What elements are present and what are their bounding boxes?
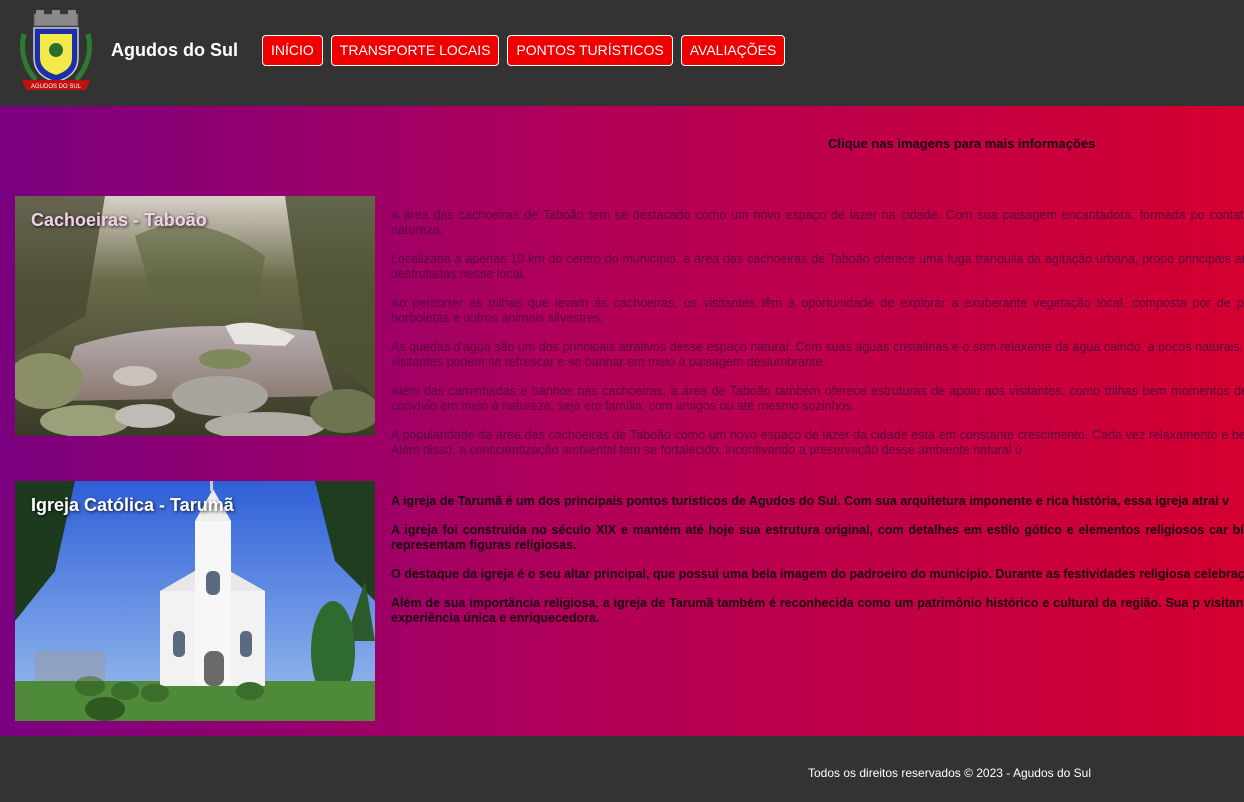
site-title: Agudos do Sul <box>111 40 238 60</box>
paragraph: Além das caminhadas e banhos nas cachoei… <box>391 384 1244 413</box>
nav-avaliacoes-button[interactable]: AVALIAÇÕES <box>680 35 786 66</box>
church-card-image[interactable]: Igreja Católica - Tarumã <box>15 481 375 721</box>
paragraph: Além de sua importância religiosa, a igr… <box>391 596 1244 625</box>
site-header: AGUDOS DO SUL Agudos do Sul INÍCIO TRANS… <box>0 0 1244 106</box>
paragraph: A área das cachoeiras de Taboão tem se d… <box>391 208 1244 237</box>
nav-pontos-turisticos-button[interactable]: PONTOS TURÍSTICOS <box>507 35 673 66</box>
click-hint-text: Clique nas imagens para mais informações <box>828 136 1096 151</box>
church-card-title: Igreja Católica - Tarumã <box>31 495 234 515</box>
waterfall-card-title: Cachoeiras - Taboão <box>31 210 207 230</box>
nav-inicio-button[interactable]: INÍCIO <box>262 35 323 66</box>
paragraph: A igreja de Tarumã é um dos principais p… <box>391 494 1229 508</box>
main-content: Clique nas imagens para mais informações <box>0 106 1244 736</box>
waterfall-card-image[interactable]: Cachoeiras - Taboão <box>15 196 375 436</box>
crest-ribbon-text: AGUDOS DO SUL <box>31 84 82 90</box>
municipal-crest-logo[interactable]: AGUDOS DO SUL <box>16 10 96 92</box>
main-nav: INÍCIO TRANSPORTE LOCAIS PONTOS TURÍSTIC… <box>262 35 786 66</box>
church-description: A igreja de Tarumã é um dos principais p… <box>391 494 1244 640</box>
paragraph: A igreja foi construída no século XIX e … <box>391 523 1244 552</box>
paragraph: Localizada a apenas 10 km do centro do m… <box>391 252 1244 281</box>
paragraph: A popularidade da área das cachoeiras de… <box>391 428 1244 457</box>
paragraph: As quedas d'água são um dos principais a… <box>391 340 1244 369</box>
paragraph: O destaque da igreja é o seu altar princ… <box>391 567 1244 581</box>
paragraph: Ao percorrer as trilhas que levam às cac… <box>391 296 1244 325</box>
site-footer: Todos os direitos reservados © 2023 - Ag… <box>0 736 1244 802</box>
waterfall-description: A área das cachoeiras de Taboão tem se d… <box>391 208 1244 472</box>
nav-transporte-button[interactable]: TRANSPORTE LOCAIS <box>330 35 500 66</box>
copyright-text: Todos os direitos reservados © 2023 - Ag… <box>808 766 1092 780</box>
